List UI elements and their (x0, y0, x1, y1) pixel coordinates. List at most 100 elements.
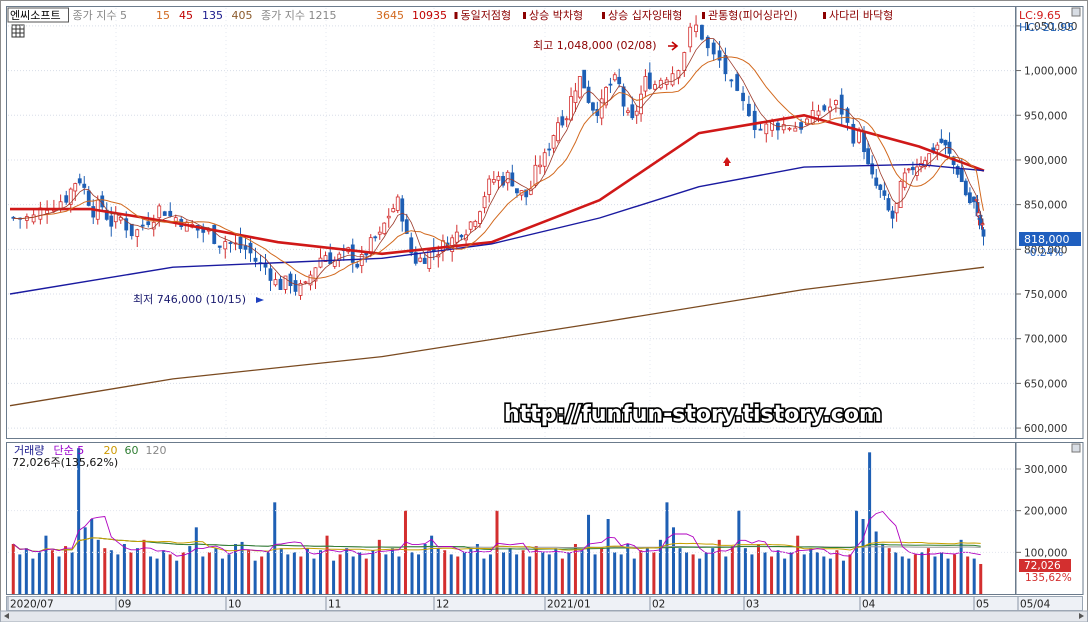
volume-bar (377, 539, 381, 594)
volume-bar (325, 535, 329, 594)
volume-bar (789, 552, 793, 594)
volume-bar (207, 552, 211, 594)
candle-up (468, 221, 473, 230)
volume-bar (44, 535, 48, 594)
candle-up (542, 152, 547, 167)
candle-down (981, 229, 986, 237)
volume-bar (70, 552, 74, 594)
date-label: 05/04 (1020, 599, 1051, 611)
candle-up (454, 231, 459, 243)
volume-bar (469, 548, 473, 594)
volume-bar (743, 548, 747, 594)
candle-up (491, 179, 496, 183)
current-volume-value: 72,026 (1024, 560, 1061, 572)
candle-down (228, 242, 233, 244)
candle-down (515, 188, 519, 194)
volume-bar (345, 548, 349, 594)
candle-up (894, 203, 899, 214)
volume-bar (449, 554, 453, 594)
candle-up (569, 96, 573, 121)
candle-up (533, 164, 538, 186)
candle-up (781, 124, 786, 131)
volume-bar (332, 560, 336, 594)
candle-down (560, 116, 565, 126)
volume-bar (691, 554, 695, 594)
candle-down (547, 148, 552, 151)
price-panel[interactable] (6, 6, 1016, 439)
volume-bar (881, 544, 885, 594)
candle-down (238, 236, 243, 249)
candle-up (639, 93, 643, 115)
price-panel-toggle-icon[interactable] (1071, 7, 1081, 17)
volume-bar (397, 556, 401, 594)
pattern-marker (454, 12, 458, 19)
candle-down (146, 221, 151, 226)
volume-bar (227, 554, 231, 594)
volume-bar (482, 558, 486, 594)
candle-down (729, 79, 734, 82)
volume-bar (809, 548, 813, 594)
current-price-value: 818,000 (1024, 233, 1070, 246)
volume-bar (587, 514, 591, 594)
volume-bar (456, 556, 460, 594)
volume-bar (103, 548, 107, 594)
candle-up (482, 196, 487, 209)
volume-bar (11, 544, 15, 594)
volume-bar (312, 558, 316, 594)
candle-up (682, 52, 687, 71)
volume-bar (613, 552, 617, 594)
volume-bar (18, 554, 22, 594)
candle-down (288, 273, 293, 287)
candle-up (626, 110, 630, 113)
volume-bar (384, 554, 388, 594)
volume-bar (959, 539, 963, 594)
volume-bar (783, 558, 787, 594)
volume-bar (796, 535, 800, 594)
horizontal-scrollbar[interactable] (0, 610, 1088, 623)
candle-down (967, 192, 972, 204)
candle-up (303, 281, 308, 284)
volume-bar (528, 556, 532, 594)
candle-down (741, 92, 745, 102)
volume-bar (273, 502, 277, 594)
volume-bar (920, 552, 924, 594)
data-table-icon[interactable] (11, 24, 25, 38)
volume-bar (423, 544, 427, 594)
price-tick-label: 1,000,000 (1024, 66, 1077, 78)
date-label: 12 (436, 599, 449, 611)
volume-bar (109, 550, 113, 594)
candle-up (612, 74, 617, 81)
volume-bar (698, 558, 702, 594)
candle-down (959, 168, 964, 183)
volume-bar (547, 554, 551, 594)
pattern-marker (702, 12, 705, 19)
candle-down (839, 94, 844, 115)
volume-legend-item: 60 (125, 444, 139, 457)
volume-bar (175, 560, 179, 594)
candle-up (793, 127, 798, 132)
candle-up (377, 231, 382, 235)
candle-up (427, 250, 432, 269)
candle-up (694, 24, 698, 33)
volume-bar (678, 548, 682, 594)
candle-down (217, 245, 222, 248)
volume-bar (319, 550, 323, 594)
candle-up (496, 175, 501, 181)
candle-up (382, 222, 387, 235)
volume-bar (50, 550, 54, 594)
volume-bar (64, 546, 68, 594)
candle-down (943, 139, 948, 146)
candle-down (162, 211, 167, 216)
volume-panel-toggle-icon[interactable] (1071, 443, 1081, 453)
candle-down (278, 278, 283, 290)
volume-bar (436, 548, 440, 594)
candle-down (459, 234, 464, 238)
date-label: 04 (862, 599, 876, 611)
volume-bar (711, 548, 715, 594)
candle-up (577, 76, 582, 98)
volume-bar (260, 556, 264, 594)
candle-down (874, 177, 879, 186)
volume-bar (122, 544, 126, 594)
candle-up (551, 135, 556, 149)
price-tick-label: 900,000 (1024, 155, 1067, 167)
